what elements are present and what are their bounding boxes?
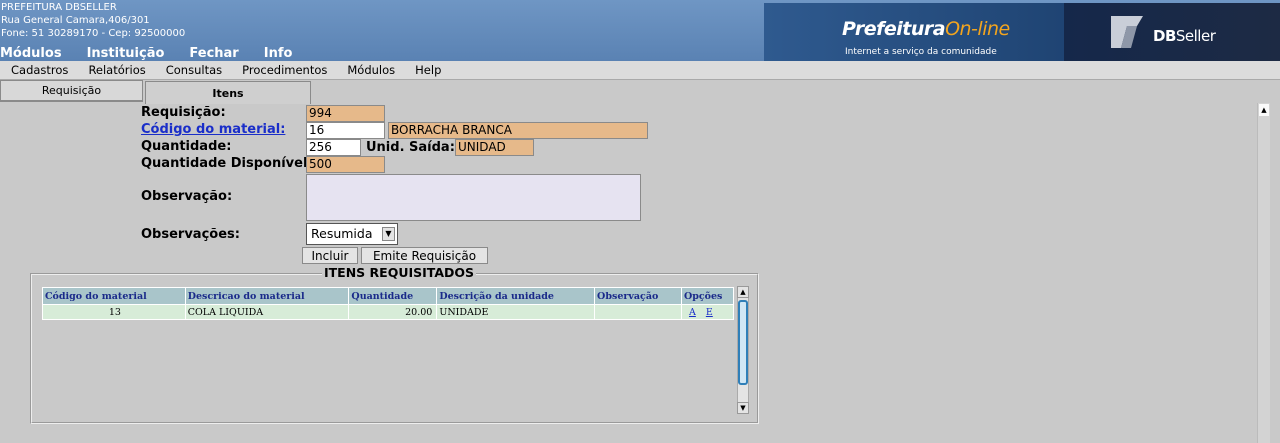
col-codigo-material: Código do material xyxy=(42,287,186,305)
dbseller-logo-text: DBSeller xyxy=(1153,27,1216,45)
observacao-label: Observação: xyxy=(141,189,233,204)
emite-requisicao-button[interactable]: Emite Requisição xyxy=(361,247,488,264)
menu-procedimentos[interactable]: Procedimentos xyxy=(242,63,327,77)
quantidade-label: Quantidade: xyxy=(141,139,232,154)
codigo-material-input[interactable]: 16 xyxy=(306,122,385,139)
quantidade-disponivel-field: 500 xyxy=(306,156,385,173)
unid-saida-field: UNIDAD xyxy=(455,139,534,156)
org-address: Rua General Camara,406/301 xyxy=(1,15,150,26)
top-menu: Módulos Instituição Fechar Info xyxy=(0,46,317,61)
scroll-up-icon[interactable]: ▲ xyxy=(737,286,749,298)
itens-requisitados-legend: ITENS REQUISITADOS xyxy=(322,265,477,280)
col-descricao-unidade: Descrição da unidade xyxy=(436,287,596,305)
menu-help[interactable]: Help xyxy=(415,63,441,77)
table-row: 13 COLA LIQUIDA 20.00 UNIDADE AE xyxy=(42,304,735,320)
excluir-link[interactable]: E xyxy=(706,307,713,318)
unid-saida-label: Unid. Saída: xyxy=(366,140,455,155)
brand-tagline: Internet a serviço da comunidade xyxy=(845,47,997,57)
org-contact: Fone: 51 30289170 - Cep: 92500000 xyxy=(1,28,186,39)
prefeitura-online-logo: PrefeituraOn-line xyxy=(842,18,1010,40)
requisicao-field: 994 xyxy=(306,105,385,122)
top-menu-fechar[interactable]: Fechar xyxy=(189,46,238,61)
top-menu-info[interactable]: Info xyxy=(264,46,293,61)
scroll-thumb[interactable] xyxy=(738,300,748,385)
observacoes-selected-value: Resumida xyxy=(311,226,373,241)
org-name: PREFEITURA DBSELLER xyxy=(1,2,117,13)
incluir-button[interactable]: Incluir xyxy=(302,247,358,264)
menu-modulos[interactable]: Módulos xyxy=(347,63,395,77)
codigo-material-link[interactable]: Código do material: xyxy=(141,122,285,137)
cell-observacao xyxy=(594,304,682,320)
top-menu-modulos[interactable]: Módulos xyxy=(0,46,62,61)
menu-relatorios[interactable]: Relatórios xyxy=(88,63,145,77)
col-opcoes: Opções xyxy=(680,287,735,305)
menu-cadastros[interactable]: Cadastros xyxy=(11,63,68,77)
quantidade-input[interactable]: 256 xyxy=(306,139,361,156)
cell-quantidade: 20.00 xyxy=(348,304,438,320)
page-scrollbar[interactable]: ▲ xyxy=(1257,103,1270,443)
cell-codigo: 13 xyxy=(42,304,186,320)
requisicao-label: Requisição: xyxy=(141,105,226,120)
quantidade-disponivel-label: Quantidade Disponível: xyxy=(141,156,313,171)
header-banner: PREFEITURA DBSELLER Rua General Camara,4… xyxy=(0,0,1280,61)
page-scroll-up-icon[interactable]: ▲ xyxy=(1259,104,1269,116)
tab-requisicao[interactable]: Requisição xyxy=(0,80,143,102)
observacoes-label: Observações: xyxy=(141,227,240,242)
table-header-row: Código do material Descricao do material… xyxy=(42,287,735,305)
top-menu-instituicao[interactable]: Instituição xyxy=(87,46,165,61)
cell-opcoes: AE xyxy=(680,304,735,320)
itens-grid: Código do material Descricao do material… xyxy=(42,287,735,410)
cell-descricao: COLA LIQUIDA xyxy=(184,304,350,320)
org-info: PREFEITURA DBSELLER Rua General Camara,4… xyxy=(1,1,185,40)
itens-table: Código do material Descricao do material… xyxy=(42,287,735,320)
chevron-down-icon[interactable]: ▼ xyxy=(382,227,395,241)
col-quantidade: Quantidade xyxy=(348,287,438,305)
scroll-down-icon[interactable]: ▼ xyxy=(737,402,749,414)
cell-unidade: UNIDADE xyxy=(436,304,596,320)
observacoes-select[interactable]: Resumida ▼ xyxy=(306,223,398,245)
menu-consultas[interactable]: Consultas xyxy=(166,63,222,77)
main-menubar: Cadastros Relatórios Consultas Procedime… xyxy=(0,61,1280,80)
alterar-link[interactable]: A xyxy=(689,307,696,318)
observacao-textarea[interactable] xyxy=(306,174,641,221)
col-observacao: Observação xyxy=(594,287,682,305)
itens-scrollbar[interactable]: ▲ ▼ xyxy=(737,286,749,414)
col-descricao-material: Descricao do material xyxy=(184,287,350,305)
tab-itens[interactable]: Itens xyxy=(145,81,311,104)
material-description-field: BORRACHA BRANCA xyxy=(388,122,648,139)
dbseller-logo-icon xyxy=(1111,16,1143,48)
